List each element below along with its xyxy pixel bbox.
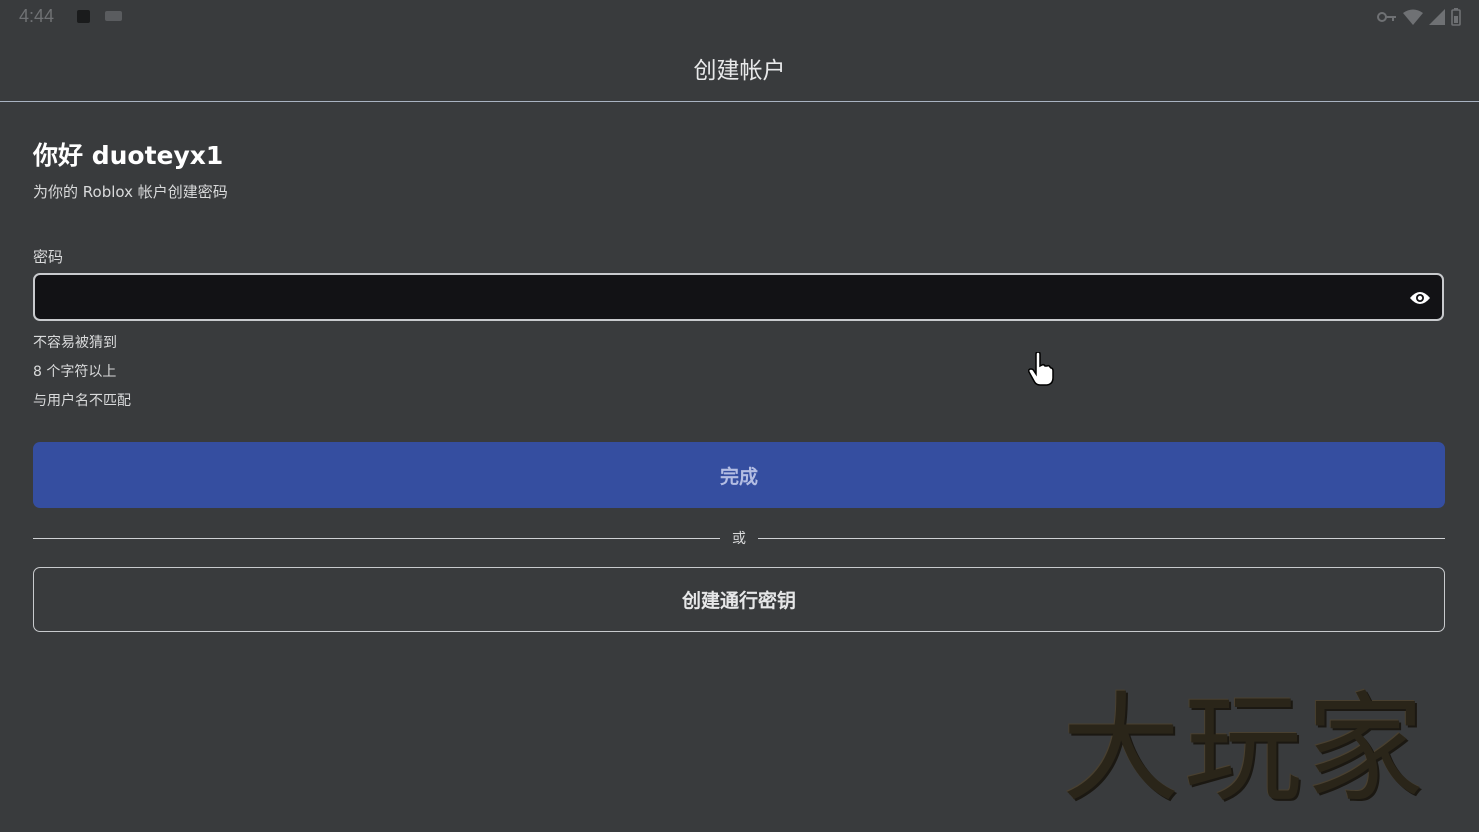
page-title: 创建帐户: [693, 58, 786, 84]
notification-icon: [77, 10, 90, 23]
create-passkey-button[interactable]: 创建通行密钥: [33, 567, 1445, 632]
requirement-min-length: 8 个字符以上: [33, 364, 117, 380]
status-time: 4:44: [19, 6, 55, 26]
app-header: 创建帐户: [0, 34, 1479, 102]
battery-icon: [1451, 8, 1461, 26]
vpn-key-icon: [1377, 11, 1397, 23]
requirement-not-username: 与用户名不匹配: [33, 393, 131, 409]
signal-icon: [1429, 9, 1445, 25]
keyboard-icon: [105, 11, 122, 21]
password-input[interactable]: [33, 273, 1444, 321]
hand-cursor-icon: [1028, 351, 1054, 390]
watermark-logo: 大玩家: [1062, 680, 1429, 818]
divider-right-line: [758, 538, 1445, 539]
status-icons: [1377, 6, 1461, 28]
status-bar: 4:44: [0, 0, 1479, 34]
password-label: 密码: [33, 248, 64, 266]
subtitle-text: 为你的 Roblox 帐户创建密码: [33, 183, 228, 201]
wifi-icon: [1403, 9, 1423, 25]
show-password-eye-icon[interactable]: [1407, 285, 1433, 311]
screen: 4:44 创建帐户 你好 duoteyx1 为你的 Roblox 帐户创建密码 …: [0, 0, 1479, 832]
greeting-heading: 你好 duoteyx1: [33, 141, 224, 170]
divider-or-text: 或: [732, 531, 746, 547]
done-button[interactable]: 完成: [33, 442, 1445, 508]
requirement-not-guessable: 不容易被猜到: [33, 335, 117, 351]
divider-left-line: [33, 538, 720, 539]
